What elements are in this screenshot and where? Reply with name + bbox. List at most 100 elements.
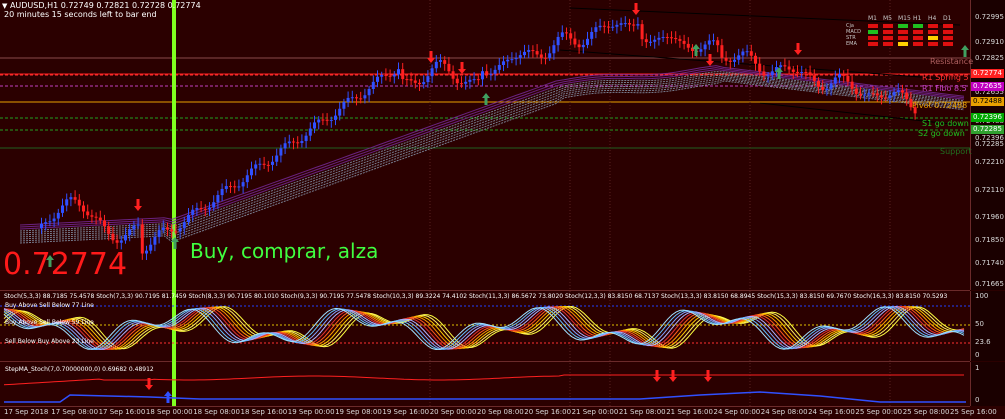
candle-body	[829, 83, 833, 89]
candle-body	[224, 186, 228, 189]
time-tick: 21 Sep 00:00	[571, 408, 619, 416]
candle-body	[52, 218, 56, 222]
level-s1: S1 go down	[922, 119, 969, 128]
candle-body	[44, 222, 48, 224]
price-tick: 0.72110	[975, 186, 1004, 194]
sell-arrow-icon	[653, 370, 661, 382]
mtf-signal-cell	[913, 36, 923, 40]
candle-body	[397, 69, 400, 75]
candle-body	[535, 51, 539, 55]
candle-body	[653, 39, 657, 42]
candle-body	[863, 94, 867, 96]
stoch-axis-100: 100	[975, 292, 989, 300]
mtf-col-label: H1	[913, 15, 922, 22]
time-tick: 21 Sep 16:00	[666, 408, 713, 416]
candle-body	[237, 186, 241, 188]
moving-average-line	[19, 74, 965, 236]
candle-body	[846, 75, 850, 82]
candle-body	[124, 234, 127, 241]
candle-body	[308, 128, 312, 136]
candle-body	[300, 141, 304, 144]
mtf-signal-cell	[883, 36, 893, 40]
mtf-signal-cell	[928, 30, 938, 34]
dropdown-triangle-icon[interactable]: ▼	[2, 2, 7, 10]
candle-body	[716, 40, 720, 46]
time-tick: 24 Sep 08:00	[760, 408, 808, 416]
candle-body	[380, 74, 384, 77]
time-tick: 18 Sep 08:00	[193, 408, 240, 416]
candle-body	[573, 38, 577, 45]
candle-body	[745, 51, 749, 53]
mtf-signal-cell	[898, 30, 908, 34]
candle-body	[754, 55, 757, 64]
candle-body	[586, 38, 589, 45]
candle-body	[581, 44, 585, 48]
stoch-line-59: Buy Above Sell Below 59 Line	[5, 319, 94, 326]
candle-body	[426, 76, 430, 83]
mtf-signal-cell	[898, 24, 908, 28]
candle-body	[674, 38, 678, 40]
price-tick: 0.72995	[975, 13, 1004, 21]
price-box-s1: 0.72396	[971, 113, 1004, 122]
candle-body	[451, 71, 455, 79]
candle-body	[686, 43, 690, 48]
price-tick: 0.72285	[975, 140, 1004, 148]
mtf-signal-cell	[943, 24, 953, 28]
candle-body	[657, 37, 661, 40]
sell-arrow-icon	[794, 43, 802, 55]
symbol-ohlc: AUDUSD,H1 0.72749 0.72821 0.72728 0.7277…	[9, 1, 201, 10]
candle-body	[115, 240, 119, 243]
candle-body	[250, 168, 253, 176]
candle-body	[329, 119, 333, 121]
candle-body	[770, 71, 774, 76]
buy-arrow-icon	[482, 93, 490, 105]
candle-body	[489, 73, 493, 75]
price-tick: 0.72910	[975, 38, 1004, 46]
candle-body	[842, 74, 846, 76]
candle-body	[859, 93, 862, 96]
candle-body	[733, 59, 736, 62]
candle-body	[577, 44, 581, 48]
candle-body	[262, 163, 266, 165]
candle-body	[884, 97, 888, 99]
time-tick: 25 Sep 00:00	[855, 408, 903, 416]
price-tick: 0.71960	[975, 213, 1004, 221]
stoch-axis-50: 50	[975, 320, 984, 328]
stepma-header: StepMA_Stoch(7,0.70000000,0) 0.69682 0.4…	[5, 366, 154, 373]
trading-chart[interactable]: ▼ AUDUSD,H1 0.72749 0.72821 0.72728 0.72…	[0, 0, 1005, 419]
level-r1-fibo: R1 Fibo 8.5	[922, 84, 967, 93]
candle-body	[342, 102, 346, 109]
mtf-signal-cell	[883, 24, 893, 28]
candle-body	[187, 214, 190, 223]
candle-body	[800, 71, 804, 73]
stoch-axis-0: 0	[975, 351, 980, 359]
candle-body	[560, 32, 564, 37]
level-pivot: Pivot 0.72488	[912, 101, 968, 110]
candle-body	[418, 82, 421, 85]
candle-body	[544, 57, 547, 59]
candle-body	[485, 71, 489, 75]
candle-body	[766, 75, 770, 77]
candle-body	[817, 80, 820, 87]
candle-body	[665, 37, 669, 39]
time-tick: 17 Sep 16:00	[98, 408, 146, 416]
candle-body	[338, 108, 342, 116]
sell-arrow-icon	[669, 370, 677, 382]
time-tick: 21 Sep 08:00	[618, 408, 666, 416]
candle-body	[69, 197, 73, 200]
sell-arrow-icon	[704, 370, 712, 382]
candle-body	[241, 182, 245, 187]
candle-body	[749, 51, 753, 56]
price-tick: 0.72210	[975, 158, 1004, 166]
candle-body	[905, 92, 909, 100]
candle-body	[821, 86, 825, 91]
candle-body	[476, 79, 480, 81]
candle-body	[334, 115, 337, 120]
candle-body	[430, 68, 434, 77]
candle-body	[98, 217, 102, 221]
bar-timer: 20 minutes 15 seconds left to bar end	[4, 10, 157, 19]
price-box-s2: 0.72285	[971, 125, 1004, 134]
candle-body	[434, 61, 438, 69]
candle-body	[405, 79, 409, 81]
candle-body	[481, 71, 484, 80]
